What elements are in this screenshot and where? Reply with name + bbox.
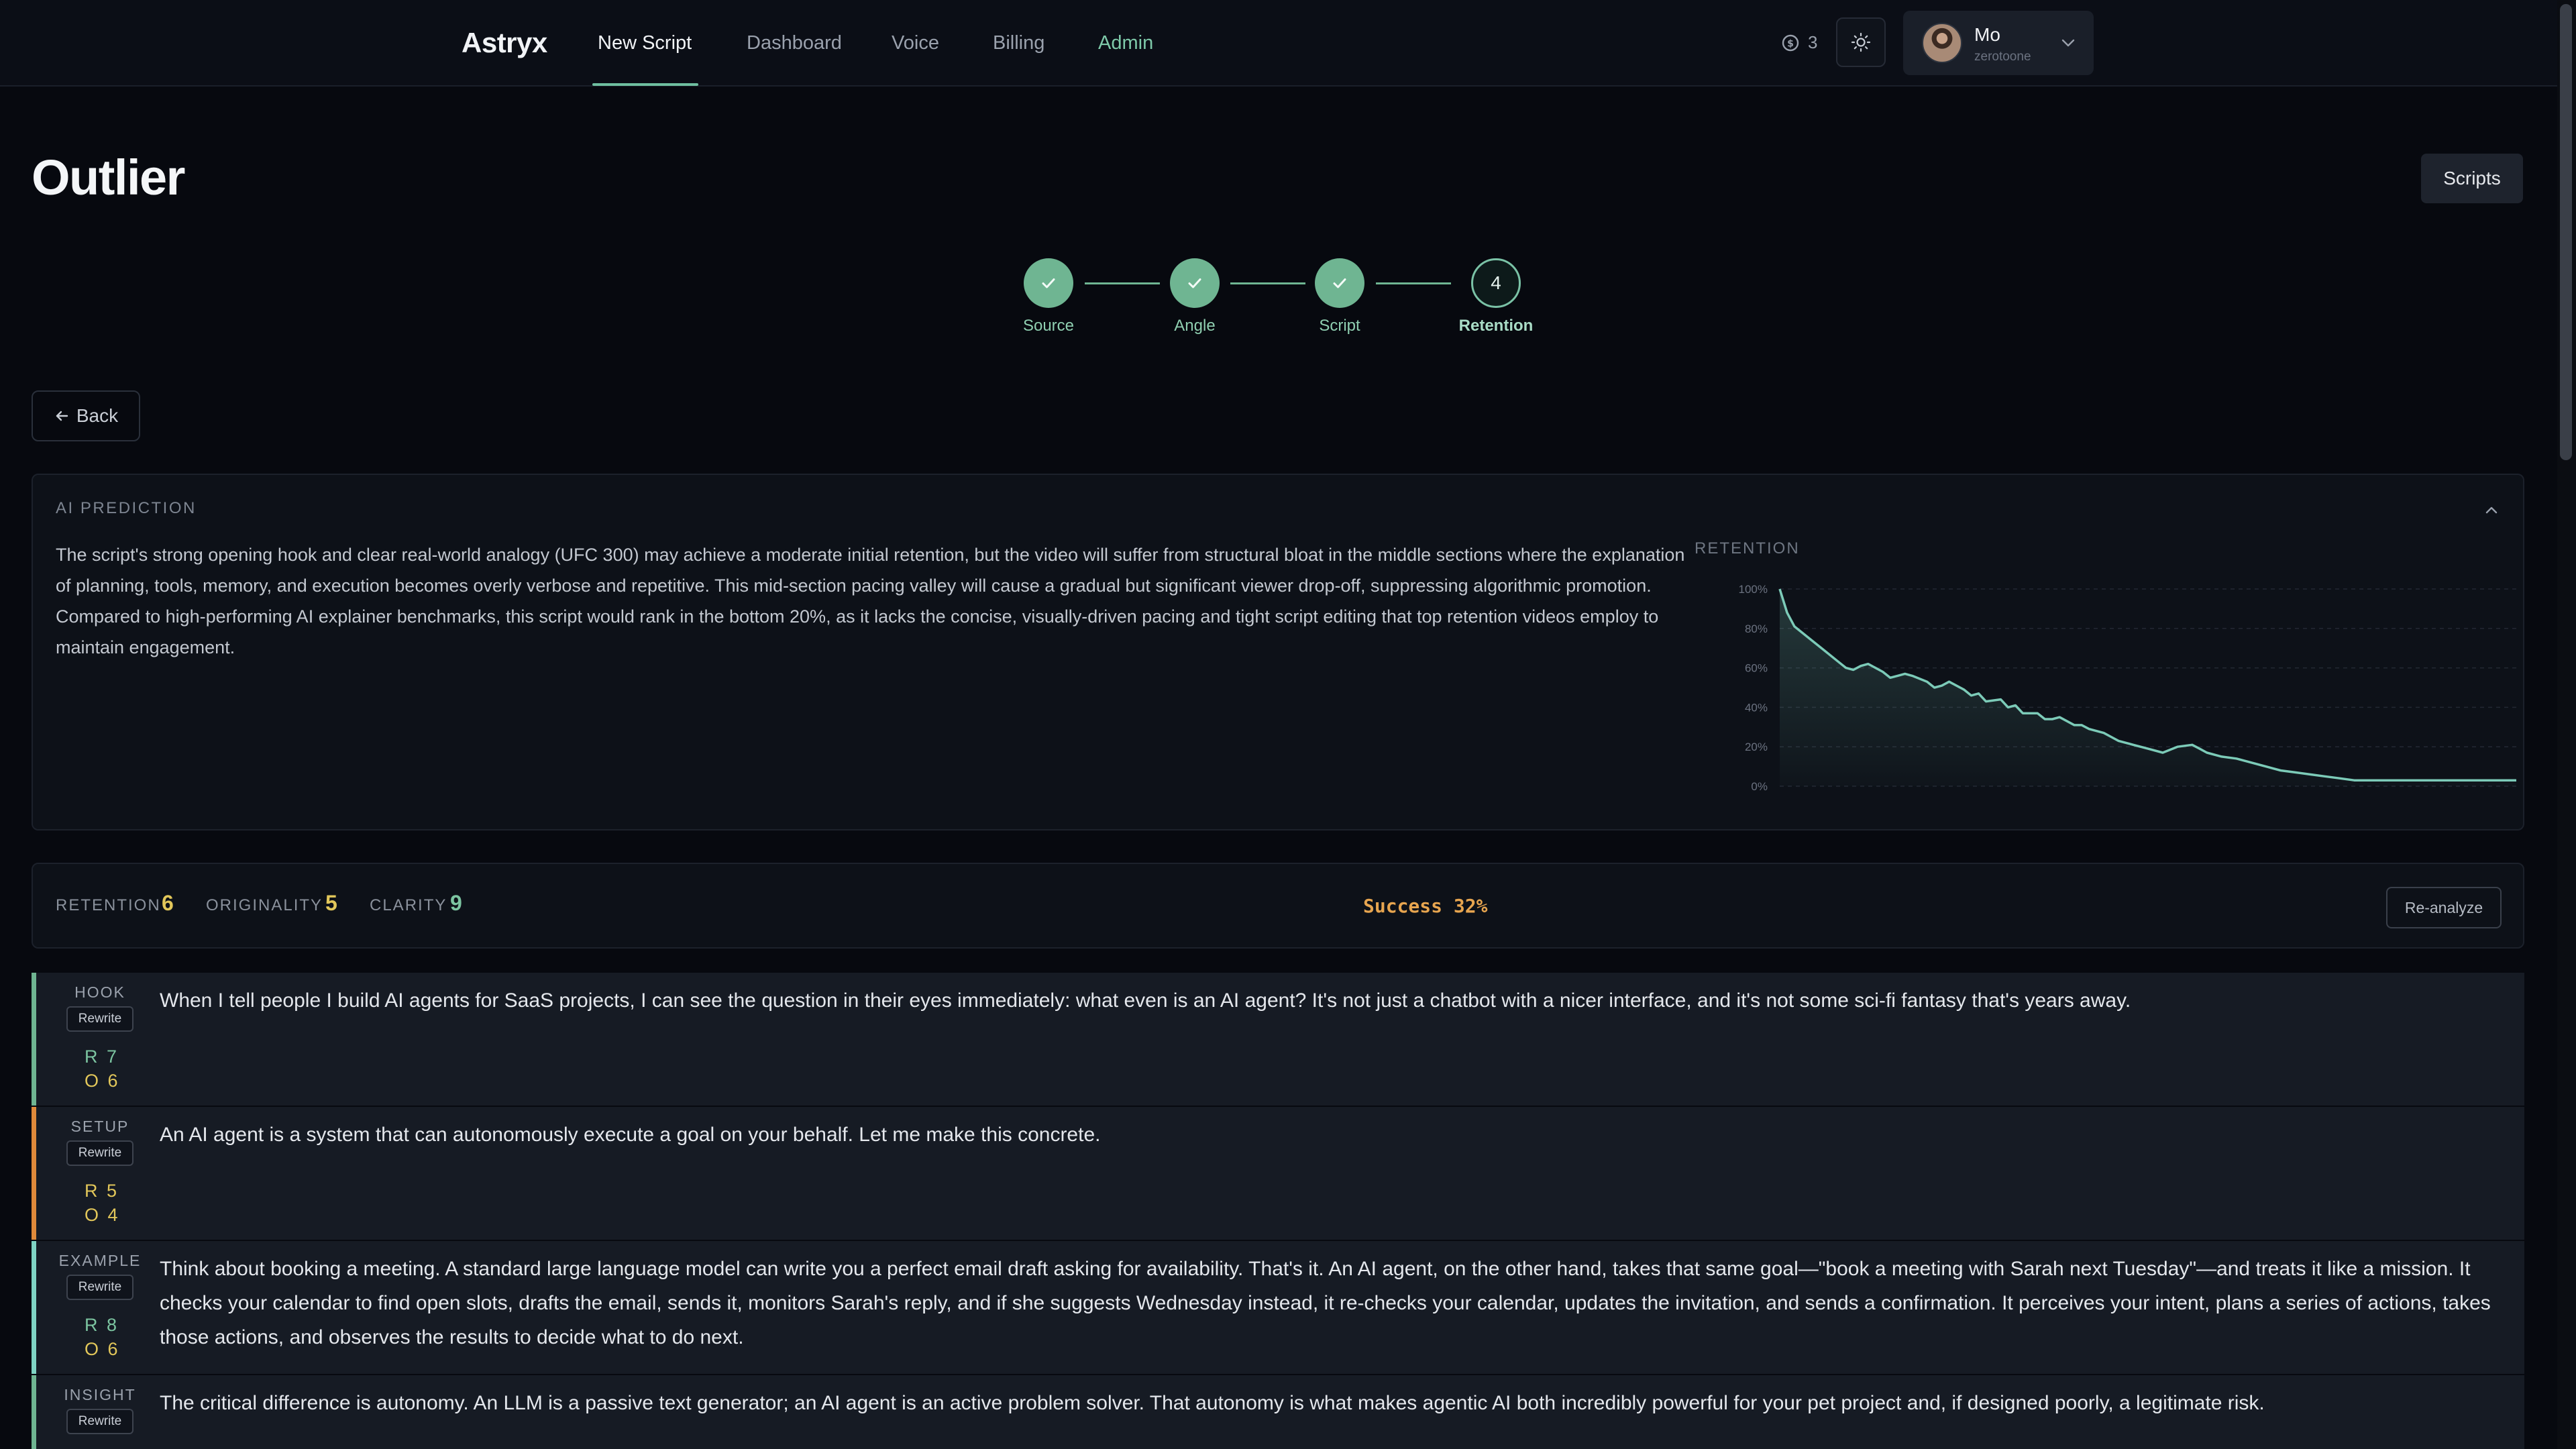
credits-indicator[interactable]: $ 3	[1781, 32, 1817, 53]
y-tick-label: 60%	[1745, 662, 1768, 675]
credits-count: 3	[1808, 32, 1818, 52]
prediction-text: The script's strong opening hook and cle…	[56, 545, 1685, 657]
score-value-retention: 6	[162, 891, 174, 915]
section-originality-score: O 6	[85, 1071, 120, 1091]
section-tag: EXAMPLE	[58, 1252, 142, 1269]
nav-active-indicator	[592, 83, 698, 86]
script-section-setup: SETUP Rewrite R 5 O 4 An AI agent is a s…	[32, 1107, 2524, 1240]
nav-new-script[interactable]: New Script	[598, 32, 692, 54]
y-tick-label: 0%	[1751, 780, 1768, 793]
success-rate: Success 32%	[1363, 895, 1488, 917]
script-section-hook: HOOK Rewrite R 7 O 6 When I tell people …	[32, 973, 2524, 1106]
step-connector	[1085, 282, 1160, 284]
nav-billing[interactable]: Billing	[993, 32, 1044, 54]
prediction-title: AI PREDICTION	[56, 499, 197, 517]
theme-toggle-button[interactable]	[1836, 17, 1886, 67]
step-angle-circle[interactable]	[1170, 258, 1220, 308]
step-connector	[1230, 282, 1305, 284]
step-script-circle[interactable]	[1315, 258, 1364, 308]
rewrite-button[interactable]: Rewrite	[66, 1275, 133, 1300]
page-title: Outlier	[32, 150, 185, 205]
step-label-script: Script	[1319, 317, 1360, 335]
arrow-left-icon	[56, 411, 68, 421]
chevron-down-icon	[2061, 39, 2075, 47]
nav-dashboard[interactable]: Dashboard	[747, 32, 842, 54]
section-text[interactable]: The critical difference is autonomy. An …	[160, 1386, 2508, 1420]
brand-logo[interactable]: Astryx	[462, 27, 547, 59]
section-text[interactable]: When I tell people I build AI agents for…	[160, 983, 2508, 1018]
check-icon	[1188, 278, 1201, 288]
scripts-button[interactable]: Scripts	[2421, 154, 2523, 203]
section-retention-score: R 5	[85, 1181, 119, 1201]
rewrite-button[interactable]: Rewrite	[66, 1006, 133, 1032]
script-section-insight: INSIGHT Rewrite The critical difference …	[32, 1375, 2524, 1449]
coin-icon: $	[1782, 34, 1799, 51]
section-tag: INSIGHT	[64, 1386, 136, 1403]
step-retention-circle[interactable]: 4	[1471, 258, 1521, 308]
chevron-up-icon[interactable]	[2481, 500, 2502, 521]
check-icon	[1333, 278, 1346, 288]
section-originality-score: O 6	[85, 1339, 120, 1359]
rewrite-button[interactable]: Rewrite	[66, 1409, 133, 1434]
y-tick-label: 20%	[1745, 741, 1768, 753]
section-retention-score: R 8	[85, 1315, 119, 1335]
step-label-retention: Retention	[1458, 317, 1534, 335]
score-value-clarity: 9	[450, 891, 462, 915]
retention-chart: 100% 80% 60% 40% 20% 0%	[1739, 583, 2516, 793]
ai-prediction-card: AI PREDICTION The script's strong openin…	[32, 474, 2524, 830]
step-source-circle[interactable]	[1024, 258, 1073, 308]
svg-text:$: $	[1787, 38, 1794, 49]
score-label-clarity: CLARITY	[370, 896, 447, 914]
retention-area	[1780, 589, 2516, 786]
section-text[interactable]: Think about booking a meeting. A standar…	[160, 1252, 2508, 1354]
user-menu-button[interactable]: Mo zerotoone	[1903, 11, 2094, 75]
score-bar: RETENTION 6 ORIGINALITY 5 CLARITY 9 Succ…	[32, 863, 2524, 949]
back-label: Back	[76, 405, 119, 426]
top-navigation: Astryx New Script Dashboard Voice Billin…	[0, 0, 2557, 87]
user-name: Mo	[1974, 24, 2000, 45]
y-tick-label: 100%	[1739, 583, 1768, 596]
avatar	[1922, 23, 1962, 63]
check-icon	[1042, 278, 1055, 288]
nav-voice[interactable]: Voice	[892, 32, 939, 54]
section-tag: HOOK	[74, 983, 125, 1001]
back-button[interactable]: Back	[32, 390, 140, 441]
step-label-angle: Angle	[1174, 317, 1216, 335]
retention-chart-label: RETENTION	[1695, 539, 1800, 557]
user-handle: zerotoone	[1974, 50, 2031, 64]
scrollbar-thumb[interactable]	[2560, 4, 2572, 460]
script-section-example: EXAMPLE Rewrite R 8 O 6 Think about book…	[32, 1241, 2524, 1374]
rewrite-button[interactable]: Rewrite	[66, 1140, 133, 1166]
section-text[interactable]: An AI agent is a system that can autonom…	[160, 1118, 2508, 1152]
step-connector	[1376, 282, 1451, 284]
section-originality-score: O 4	[85, 1205, 120, 1225]
score-value-originality: 5	[325, 891, 337, 915]
section-retention-score: R 7	[85, 1046, 119, 1067]
section-tag: SETUP	[70, 1118, 129, 1135]
step-label-source: Source	[1022, 317, 1075, 335]
sun-icon	[1851, 32, 1871, 52]
y-tick-label: 80%	[1745, 623, 1768, 635]
score-label-originality: ORIGINALITY	[206, 896, 323, 914]
nav-admin[interactable]: Admin	[1098, 32, 1153, 54]
reanalyze-button[interactable]: Re-analyze	[2386, 887, 2502, 928]
y-tick-label: 40%	[1745, 701, 1768, 714]
score-label-retention: RETENTION	[56, 896, 161, 914]
